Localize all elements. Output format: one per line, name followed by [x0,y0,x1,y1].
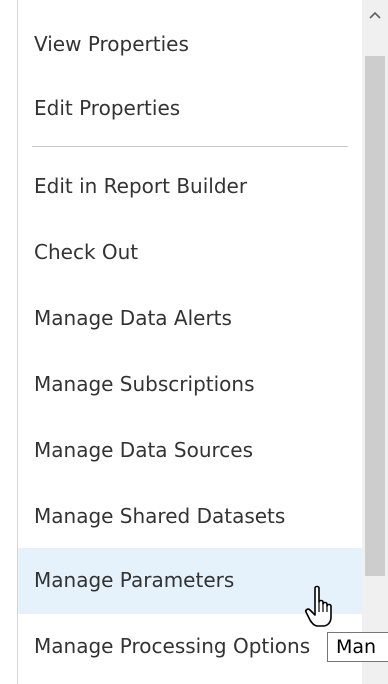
menu-item-label: Check Out [34,240,139,264]
menu-item-label: Manage Parameters [34,568,235,592]
menu-item-manage-shared-datasets[interactable]: Manage Shared Datasets [18,484,363,550]
context-menu-screen: View Properties Edit Properties Edit in … [0,0,388,684]
menu-item-view-properties[interactable]: View Properties [18,12,363,78]
menu-item-edit-in-report-builder[interactable]: Edit in Report Builder [18,154,363,220]
tooltip-text: Man [336,636,377,658]
menu-item-label: Edit in Report Builder [34,174,248,198]
menu-item-edit-properties[interactable]: Edit Properties [18,76,363,142]
chevron-up-icon [369,11,381,19]
scroll-up-button[interactable] [362,0,388,30]
menu-item-label: Manage Data Alerts [34,306,232,330]
hand-pointer-icon [305,585,332,627]
menu-item-label: Manage Data Sources [34,438,254,462]
context-menu: View Properties Edit Properties Edit in … [17,0,363,684]
menu-item-label: Manage Processing Options [34,634,311,658]
vertical-scrollbar[interactable] [362,0,388,684]
scrollbar-thumb[interactable] [365,56,385,576]
menu-item-check-out[interactable]: Check Out [18,220,363,286]
menu-item-manage-data-sources[interactable]: Manage Data Sources [18,418,363,484]
menu-item-label: Edit Properties [34,96,181,120]
menu-item-manage-subscriptions[interactable]: Manage Subscriptions [18,352,363,418]
tooltip: Man [327,632,388,662]
menu-item-label: Manage Subscriptions [34,372,255,396]
menu-item-label: Manage Shared Datasets [34,504,286,528]
menu-item-label: View Properties [34,32,189,56]
menu-item-manage-data-alerts[interactable]: Manage Data Alerts [18,286,363,352]
menu-divider [32,146,348,147]
